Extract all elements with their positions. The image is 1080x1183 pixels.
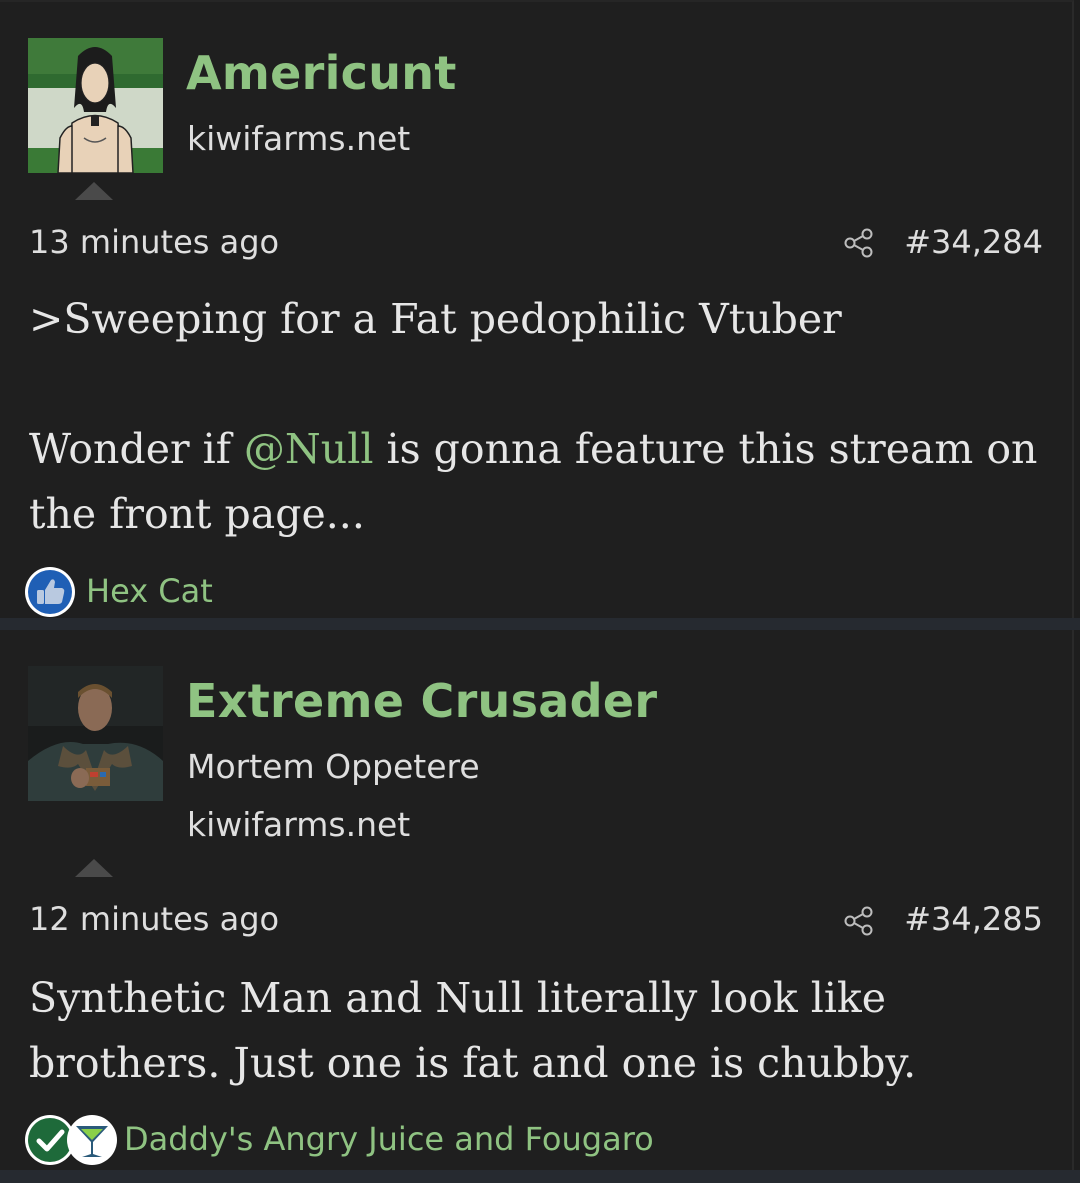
post-body: Synthetic Man and Null literally look li… <box>29 966 949 1096</box>
thumbs-up-icon[interactable] <box>24 566 76 618</box>
avatar-caret <box>75 182 113 200</box>
username[interactable]: Extreme Crusader <box>186 674 657 728</box>
reaction-users[interactable]: Daddy's Angry Juice and Fougaro <box>124 1120 654 1158</box>
cocktail-glass-icon[interactable] <box>66 1114 118 1166</box>
post-body: >Sweeping for a Fat pedophilic Vtuber Wo… <box>29 287 1039 547</box>
post-separator <box>0 618 1080 630</box>
post-number-link[interactable]: #34,284 <box>904 223 1043 261</box>
username[interactable]: Americunt <box>186 46 457 100</box>
user-banner: kiwifarms.net <box>187 805 411 844</box>
post-time[interactable]: 12 minutes ago <box>29 900 279 938</box>
post-34285: Extreme Crusader Mortem Oppetere kiwifar… <box>0 630 1074 1170</box>
post-time[interactable]: 13 minutes ago <box>29 223 279 261</box>
reaction-users[interactable]: Hex Cat <box>86 572 213 610</box>
share-icon[interactable] <box>843 905 875 937</box>
user-banner: kiwifarms.net <box>187 119 411 158</box>
share-icon[interactable] <box>843 227 875 259</box>
thread-page: Americunt kiwifarms.net 13 minutes ago #… <box>0 0 1080 1183</box>
body-paragraph: Wonder if @Null is gonna feature this st… <box>29 425 1038 538</box>
avatar-caret <box>75 859 113 877</box>
post-number-link[interactable]: #34,285 <box>904 900 1043 938</box>
body-paragraph: Synthetic Man and Null literally look li… <box>29 974 917 1087</box>
avatar-extreme-crusader[interactable] <box>28 666 163 801</box>
greentext-line: >Sweeping for a Fat pedophilic Vtuber <box>29 295 842 343</box>
post-separator <box>0 1170 1080 1183</box>
avatar-americunt[interactable] <box>28 38 163 173</box>
post-34284: Americunt kiwifarms.net 13 minutes ago #… <box>0 0 1074 620</box>
mention-link[interactable]: @Null <box>244 425 374 473</box>
user-title: Mortem Oppetere <box>187 747 480 786</box>
